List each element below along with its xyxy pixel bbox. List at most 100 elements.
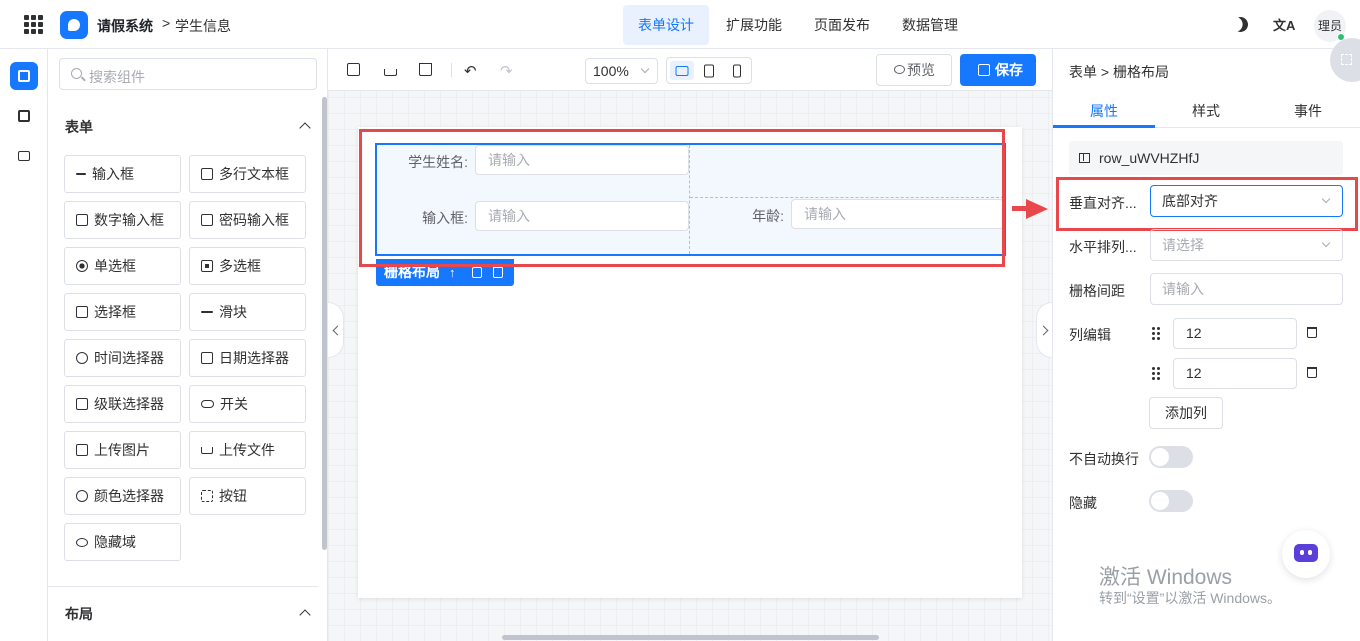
tablet-view-button[interactable] [697,61,721,80]
number-icon [76,214,88,226]
button-icon [201,490,213,502]
component-button[interactable]: 按钮 [189,477,306,515]
chevron-up-icon[interactable] [299,609,311,621]
drag-handle-icon[interactable] [1152,367,1160,380]
component-time-picker[interactable]: 时间选择器 [64,339,181,377]
puzzle-icon [18,70,30,82]
form-section-title[interactable]: 表单 [65,117,93,137]
code-view-icon[interactable] [347,63,360,76]
delete-column-icon[interactable] [1307,367,1317,378]
hidden-label: 隐藏 [1069,495,1097,511]
gutter-input[interactable]: 请输入 [1150,273,1343,305]
columns-edit-label: 列编辑 [1069,327,1111,343]
app-header: 请假系统 > 学生信息 表单设计 扩展功能 页面发布 数据管理 文A 理员 [0,0,1360,49]
column-span-input[interactable]: 12 [1173,318,1297,349]
horizontal-arrange-select[interactable]: 请选择 [1150,229,1343,261]
collapse-left-handle[interactable] [328,302,344,358]
app-logo-icon [60,11,88,39]
tab-publish[interactable]: 页面发布 [799,5,885,45]
component-password-input[interactable]: 密码输入框 [189,201,306,239]
layout-section-title[interactable]: 布局 [65,604,93,624]
code-rail-button[interactable] [10,102,38,130]
palette-icon [76,490,88,502]
highlight-box-grid [359,129,1005,267]
component-upload-file[interactable]: 上传文件 [189,431,306,469]
tree-icon [18,151,30,161]
column-span-input[interactable]: 12 [1173,358,1297,389]
component-date-picker[interactable]: 日期选择器 [189,339,306,377]
chevron-up-icon[interactable] [299,122,311,134]
component-hidden-field[interactable]: 隐藏域 [64,523,181,561]
component-slider[interactable]: 滑块 [189,293,306,331]
desktop-view-button[interactable] [670,61,694,80]
chevron-right-icon [1038,325,1049,336]
horizontal-arrange-placeholder: 请选择 [1162,237,1204,253]
dark-mode-icon[interactable] [1231,15,1250,34]
active-tab-indicator [1053,125,1155,128]
delete-column-icon[interactable] [1307,327,1317,338]
search-input[interactable]: 搜索组件 [59,58,317,90]
collapse-right-handle[interactable] [1036,302,1052,358]
tab-events[interactable]: 事件 [1257,101,1359,121]
tab-style[interactable]: 样式 [1155,101,1257,121]
upload-icon [201,446,213,454]
tab-form-design[interactable]: 表单设计 [623,5,709,45]
component-color-picker[interactable]: 颜色选择器 [64,477,181,515]
preview-button[interactable]: 预览 [876,54,952,86]
component-id: row_uWVHZHfJ [1069,141,1343,175]
nowrap-label: 不自动换行 [1069,451,1139,467]
component-panel-scrollbar[interactable] [322,97,327,550]
undo-icon[interactable]: ↶ [464,62,477,80]
property-tabs: 属性 样式 事件 [1053,91,1360,128]
slider-icon [201,311,213,313]
zoom-select[interactable]: 100% [585,58,658,84]
windows-activation-subtitle: 转到“设置”以激活 Windows。 [1099,590,1282,606]
cascader-icon [76,398,88,410]
component-radio[interactable]: 单选框 [64,247,181,285]
mobile-view-button[interactable] [725,61,749,80]
component-textarea[interactable]: 多行文本框 [189,155,306,193]
horizontal-arrange-label: 水平排列... [1069,239,1137,255]
app-grid-icon[interactable] [24,15,43,34]
tab-properties[interactable]: 属性 [1053,101,1155,121]
delete-icon[interactable] [493,267,503,278]
tree-rail-button[interactable] [10,142,38,170]
add-column-button[interactable]: 添加列 [1149,397,1223,429]
top-nav-tabs: 表单设计 扩展功能 页面发布 数据管理 [623,5,975,45]
component-input[interactable]: 输入框 [64,155,181,193]
app-name[interactable]: 请假系统 [97,16,153,36]
hidden-switch[interactable] [1149,490,1193,512]
component-checkbox[interactable]: 多选框 [189,247,306,285]
component-select[interactable]: 选择框 [64,293,181,331]
components-rail-button[interactable] [10,62,38,90]
select-icon [76,306,88,318]
trash-icon[interactable] [419,63,432,76]
gutter-label: 栅格间距 [1069,283,1125,299]
component-cascader[interactable]: 级联选择器 [64,385,181,423]
search-icon [71,68,82,79]
save-button[interactable]: 保存 [960,54,1036,86]
chevron-down-icon [640,64,650,74]
component-number-input[interactable]: 数字输入框 [64,201,181,239]
component-upload-image[interactable]: 上传图片 [64,431,181,469]
export-icon[interactable] [384,69,397,76]
calendar-icon [201,352,213,364]
robot-icon [1294,544,1318,562]
tab-data-management[interactable]: 数据管理 [887,5,973,45]
eye-off-icon [76,537,88,547]
nowrap-switch[interactable] [1149,446,1193,468]
search-placeholder: 搜索组件 [89,69,145,85]
image-icon [76,444,88,456]
canvas-horizontal-scrollbar[interactable] [502,635,879,640]
left-rail [0,49,48,641]
assistant-button[interactable] [1282,530,1330,578]
drag-handle-icon[interactable] [1152,327,1160,340]
avatar[interactable]: 理员 [1314,10,1346,42]
redo-icon[interactable]: ↷ [500,62,513,80]
translate-icon[interactable]: 文A [1273,15,1295,34]
annotation-arrow-head [1026,199,1048,219]
save-icon [978,64,990,76]
tab-extensions[interactable]: 扩展功能 [711,5,797,45]
copy-icon[interactable] [472,267,482,278]
component-switch[interactable]: 开关 [189,385,306,423]
